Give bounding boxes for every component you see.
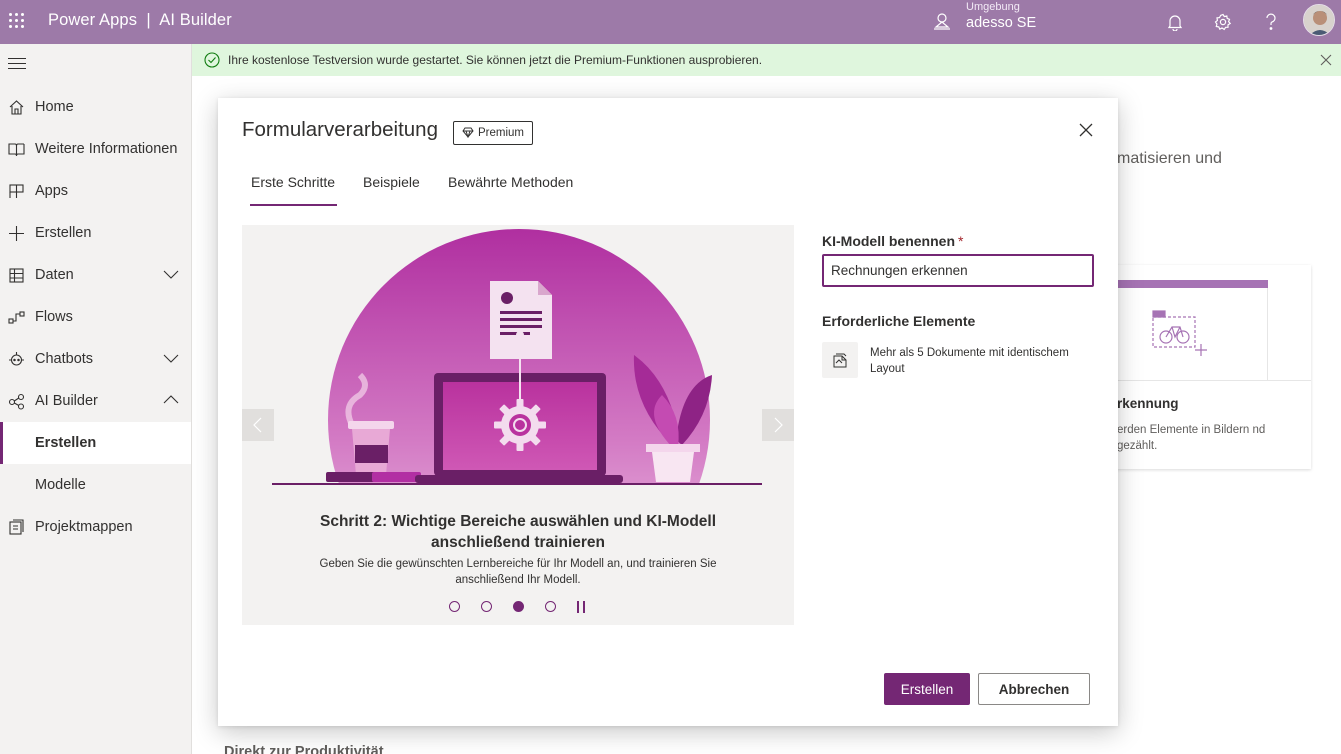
sidebar-item-learn[interactable]: Weitere Informationen xyxy=(0,128,191,170)
step-title: Schritt 2: Wichtige Bereiche auswählen u… xyxy=(319,513,717,551)
sidebar-item-label: Erstellen xyxy=(35,225,92,241)
tab-getting-started[interactable]: Erste Schritte xyxy=(249,174,338,206)
next-slide-button[interactable] xyxy=(762,409,794,441)
sidebar-item-flows[interactable]: Flows xyxy=(0,296,191,338)
sidebar-item-ai-create[interactable]: Erstellen xyxy=(0,422,191,464)
sidebar-item-create[interactable]: Erstellen xyxy=(0,212,191,254)
card-description: erden Elemente in Bildern nd gezählt. xyxy=(1117,424,1266,452)
previous-slide-button[interactable] xyxy=(242,409,274,441)
sidebar-item-label: Projektmappen xyxy=(35,519,133,535)
carousel-dot-3[interactable] xyxy=(513,601,524,612)
sidebar-item-data[interactable]: Daten xyxy=(0,254,191,296)
close-icon[interactable] xyxy=(1078,122,1094,138)
card-accent-bar xyxy=(1117,280,1268,288)
required-marker: * xyxy=(958,233,964,249)
premium-badge-label: Premium xyxy=(478,127,525,139)
table-icon xyxy=(9,268,24,283)
object-detection-card[interactable]: rkennung erden Elemente in Bildern nd ge… xyxy=(1117,265,1311,469)
sidebar-item-label: Flows xyxy=(35,309,73,325)
requirements-heading: Erforderliche Elemente xyxy=(822,313,976,329)
sidebar-item-label: Erstellen xyxy=(35,435,97,451)
getting-started-carousel: Schritt 2: Wichtige Bereiche auswählen u… xyxy=(242,225,794,625)
document-icon xyxy=(822,342,858,378)
environment-label: Umgebung xyxy=(966,1,1020,13)
checkmark-circle-icon xyxy=(204,52,220,68)
carousel-dot-1[interactable] xyxy=(449,601,460,612)
background-text: matisieren und xyxy=(1117,150,1222,167)
chatbot-icon xyxy=(9,352,24,366)
help-icon[interactable] xyxy=(1259,10,1283,34)
gear-icon[interactable] xyxy=(1211,10,1235,34)
sidebar-item-label: Home xyxy=(35,99,74,115)
sidebar-item-label: Daten xyxy=(35,267,74,283)
chevron-down-icon[interactable] xyxy=(163,268,179,280)
model-name-label-text: KI-Modell benennen xyxy=(822,233,955,249)
notification-bar: Ihre kostenlose Testversion wurde gestar… xyxy=(192,44,1341,76)
sidebar-item-ai-builder[interactable]: AI Builder xyxy=(0,380,191,422)
dialog-title: Formularverarbeitung xyxy=(242,118,438,141)
sidebar: Home Weitere Informationen Apps Erstelle… xyxy=(0,44,192,754)
cancel-button[interactable]: Abbrechen xyxy=(978,673,1090,705)
apps-icon xyxy=(9,184,24,198)
notification-text: Ihre kostenlose Testversion wurde gestar… xyxy=(228,53,763,67)
home-icon xyxy=(9,100,24,115)
card-divider xyxy=(1117,380,1311,381)
sidebar-item-label: Modelle xyxy=(35,477,86,493)
premium-badge: Premium xyxy=(453,121,534,145)
create-button[interactable]: Erstellen xyxy=(884,673,970,705)
book-icon xyxy=(8,143,25,157)
sidebar-item-label: Apps xyxy=(35,183,69,199)
environment-name[interactable]: adesso SE xyxy=(966,15,1036,31)
bell-icon[interactable] xyxy=(1163,10,1187,34)
requirement-item: Mehr als 5 Dokumente mit identischem Lay… xyxy=(870,347,1069,375)
hamburger-icon[interactable] xyxy=(8,58,26,72)
model-name-input[interactable] xyxy=(822,254,1094,287)
carousel-indicators xyxy=(447,601,597,615)
sidebar-item-models[interactable]: Modelle xyxy=(0,464,191,506)
chevron-up-icon[interactable] xyxy=(163,394,179,406)
card-image xyxy=(1117,288,1268,380)
tab-examples[interactable]: Beispiele xyxy=(363,174,420,206)
app-title[interactable]: Power Apps | AI Builder xyxy=(48,11,232,30)
step-description: Geben Sie die gewünschten Lernbereiche f… xyxy=(319,558,717,586)
step-illustration xyxy=(242,229,794,495)
carousel-dot-4[interactable] xyxy=(545,601,556,612)
avatar[interactable] xyxy=(1303,4,1335,36)
sidebar-item-label: AI Builder xyxy=(35,393,98,409)
solutions-icon xyxy=(9,519,24,535)
chevron-left-icon xyxy=(253,417,262,433)
carousel-dot-2[interactable] xyxy=(481,601,492,612)
sidebar-item-label: Weitere Informationen xyxy=(35,141,178,157)
ai-builder-icon xyxy=(8,393,25,410)
sidebar-item-label: Chatbots xyxy=(35,351,94,367)
tab-best-practices[interactable]: Bewährte Methoden xyxy=(448,174,573,206)
environment-icon[interactable] xyxy=(932,11,952,31)
plus-icon xyxy=(9,226,24,241)
diamond-icon xyxy=(462,127,474,138)
top-bar: Power Apps | AI Builder Umgebung adesso … xyxy=(0,0,1341,44)
sidebar-item-solutions[interactable]: Projektmappen xyxy=(0,506,191,548)
pause-icon[interactable] xyxy=(577,601,587,613)
chevron-right-icon xyxy=(774,417,783,433)
section-heading: Direkt zur Produktivität xyxy=(224,744,384,754)
waffle-icon[interactable] xyxy=(7,11,25,29)
flow-icon xyxy=(8,311,25,324)
bicycle-icon xyxy=(1152,310,1207,356)
card-title: rkennung xyxy=(1117,396,1179,411)
close-icon[interactable] xyxy=(1319,53,1333,67)
sidebar-item-chatbots[interactable]: Chatbots xyxy=(0,338,191,380)
form-processing-dialog: Formularverarbeitung Premium Erste Schri… xyxy=(218,98,1118,726)
sidebar-item-apps[interactable]: Apps xyxy=(0,170,191,212)
model-name-label: KI-Modell benennen * xyxy=(822,233,963,249)
sidebar-item-home[interactable]: Home xyxy=(0,86,191,128)
chevron-down-icon[interactable] xyxy=(163,352,179,364)
